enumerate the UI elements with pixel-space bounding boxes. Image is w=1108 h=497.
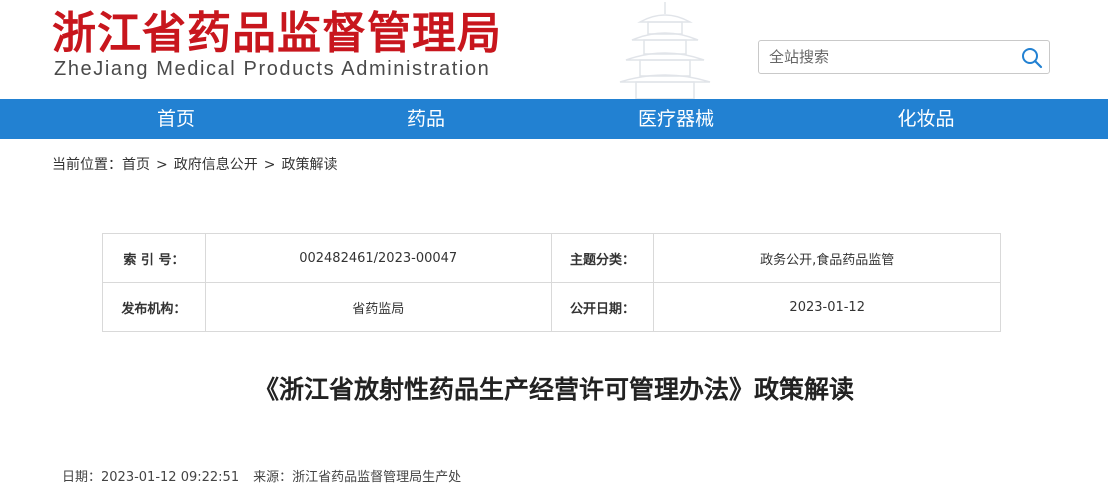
nav-item-medical-devices[interactable]: 医疗器械 (596, 99, 756, 139)
publisher-value: 省药监局 (204, 282, 552, 332)
nav-item-cosmetics[interactable]: 化妆品 (846, 99, 1006, 139)
breadcrumb-separator: > (263, 157, 276, 173)
index-number-label: 索 引 号： (102, 233, 206, 283)
publish-date-value: 2023-01-12 (653, 282, 1001, 332)
site-logo-subtitle: ZheJiang Medical Products Administration (54, 58, 491, 80)
topic-category-label: 主题分类： (550, 233, 655, 283)
nav-item-drugs[interactable]: 药品 (346, 99, 506, 139)
breadcrumb-prefix: 当前位置： (52, 157, 122, 173)
breadcrumb-link-policy[interactable]: 政策解读 (281, 154, 337, 174)
article-date-value: 2023-01-12 09:22:51 (101, 470, 240, 485)
table-row: 索 引 号： 002482461/2023-00047 主题分类： 政务公开,食… (102, 233, 1001, 283)
breadcrumb-link-gov-info[interactable]: 政府信息公开 (174, 154, 258, 174)
article-source-value: 浙江省药品监督管理局生产处 (292, 470, 462, 485)
site-logo-title[interactable]: 浙江省药品监督管理局 (52, 8, 502, 60)
search-input[interactable] (769, 47, 1009, 67)
article-date-label: 日期： (62, 470, 102, 485)
article-source-label: 来源： (253, 470, 293, 485)
topic-category-value: 政务公开,食品药品监管 (653, 233, 1001, 283)
publish-date-label: 公开日期： (550, 282, 655, 332)
index-number-value: 002482461/2023-00047 (204, 233, 552, 283)
main-nav: 首页 药品 医疗器械 化妆品 (0, 99, 1108, 139)
table-row: 发布机构： 省药监局 公开日期： 2023-01-12 (102, 282, 1001, 332)
search-box (758, 40, 1050, 74)
document-info-table: 索 引 号： 002482461/2023-00047 主题分类： 政务公开,食… (102, 233, 1001, 332)
publisher-label: 发布机构： (102, 282, 206, 332)
article-meta: 日期：2023-01-12 09:22:51 来源：浙江省药品监督管理局生产处 (62, 466, 461, 485)
pagoda-watermark-icon (619, 2, 711, 99)
breadcrumb-link-home[interactable]: 首页 (122, 154, 150, 174)
article-title: 《浙江省放射性药品生产经营许可管理办法》政策解读 (253, 375, 854, 404)
search-icon[interactable] (1021, 47, 1043, 69)
breadcrumb: 当前位置：首页 > 政府信息公开 > 政策解读 (52, 154, 337, 174)
site-header: 浙江省药品监督管理局 ZheJiang Medical Products Adm… (0, 0, 1108, 99)
nav-item-home[interactable]: 首页 (96, 99, 256, 139)
breadcrumb-separator: > (156, 157, 168, 173)
